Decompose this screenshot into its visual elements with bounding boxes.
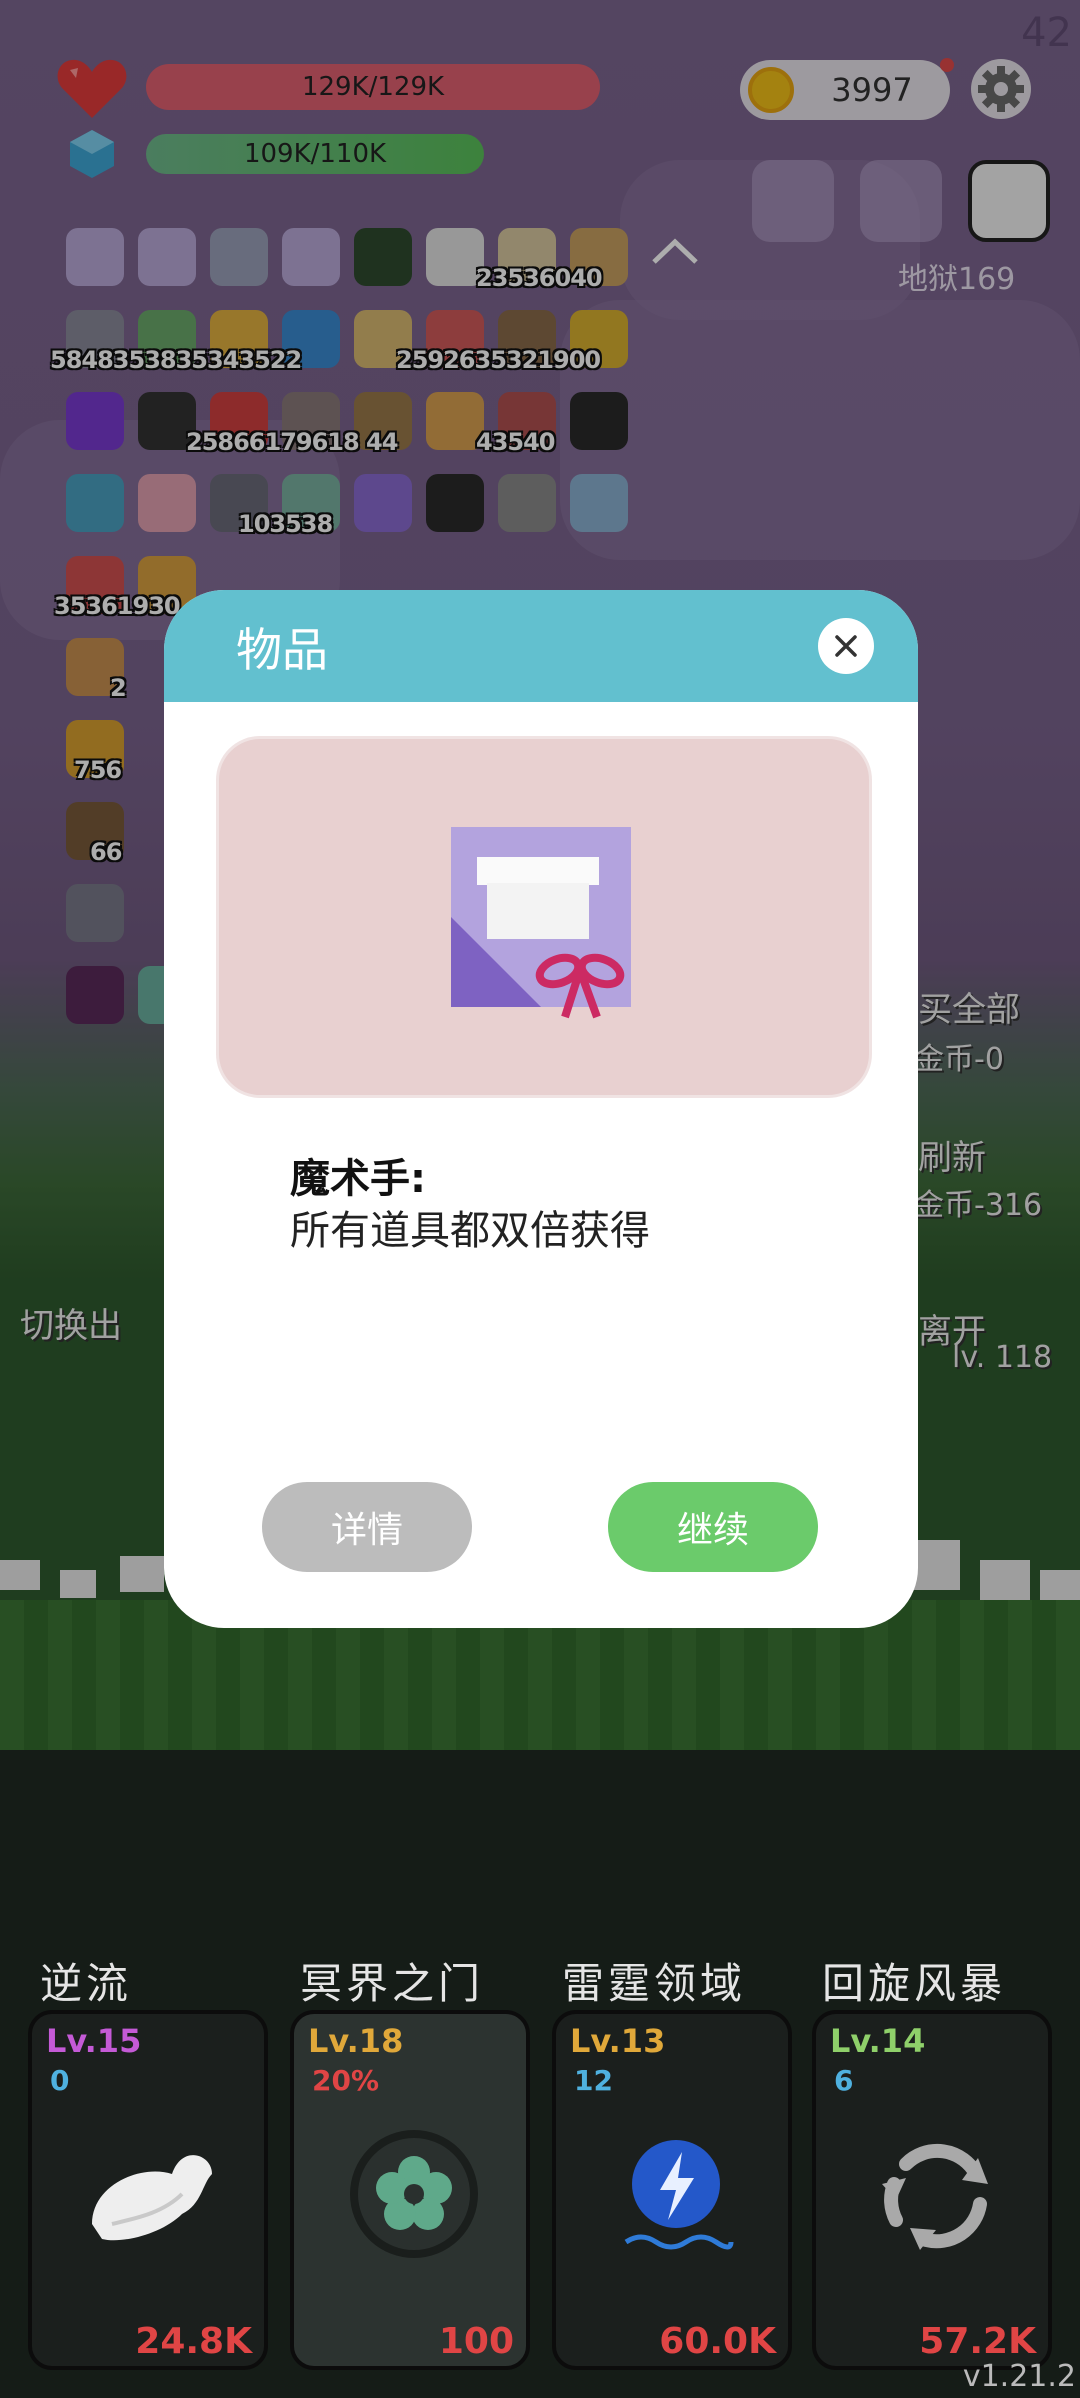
skill-card-thunder-domain[interactable]: Lv.13 12 60.0K: [552, 2010, 792, 2370]
item-name: 魔术手:: [290, 1156, 426, 1202]
item-preview: [216, 736, 872, 1098]
skill-card-reverse-flow[interactable]: Lv.15 0 24.8K: [28, 2010, 268, 2370]
skill-cost: 57.2K: [919, 2321, 1036, 2362]
skill-level: Lv.14: [830, 2022, 926, 2060]
dialog-header: 物品: [164, 590, 918, 702]
portal-flower-icon: [350, 2130, 478, 2258]
wing-icon: [92, 2155, 212, 2241]
skill-card-whirlwind[interactable]: Lv.14 6 57.2K: [812, 2010, 1052, 2370]
skill-title-underworld-gate: 冥界之门: [300, 1959, 485, 2008]
details-button[interactable]: 详情: [262, 1482, 472, 1572]
cyclone-icon: [882, 2143, 988, 2250]
item-description: 所有道具都双倍获得: [290, 1208, 650, 1254]
skill-value: 20%: [312, 2064, 380, 2097]
skill-title-reverse-flow: 逆流: [40, 1959, 133, 2008]
gift-card-icon: [451, 827, 631, 1019]
lightning-orb-icon: [624, 2140, 734, 2250]
item-dialog: 物品 魔术手: 所有道具都双倍获得 详情 继续: [164, 590, 918, 1628]
close-button[interactable]: [818, 618, 874, 674]
skill-value: 12: [574, 2064, 613, 2097]
skill-card-underworld-gate[interactable]: Lv.18 20% 100: [290, 2010, 530, 2370]
skill-cost: 24.8K: [135, 2321, 252, 2362]
skill-level: Lv.18: [308, 2022, 404, 2060]
skill-value: 0: [50, 2064, 70, 2097]
skill-title-whirlwind: 回旋风暴: [822, 1959, 1007, 2008]
skill-level: Lv.15: [46, 2022, 142, 2060]
skill-cost: 100: [438, 2321, 514, 2362]
close-icon: [835, 635, 857, 657]
dialog-title: 物品: [236, 623, 328, 677]
skill-cost: 60.0K: [659, 2321, 776, 2362]
skill-title-thunder-domain: 雷霆领域: [562, 1959, 747, 2008]
continue-button[interactable]: 继续: [608, 1482, 818, 1572]
skill-level: Lv.13: [570, 2022, 666, 2060]
skill-value: 6: [834, 2064, 854, 2097]
version-label: v1.21.2: [962, 2359, 1076, 2394]
